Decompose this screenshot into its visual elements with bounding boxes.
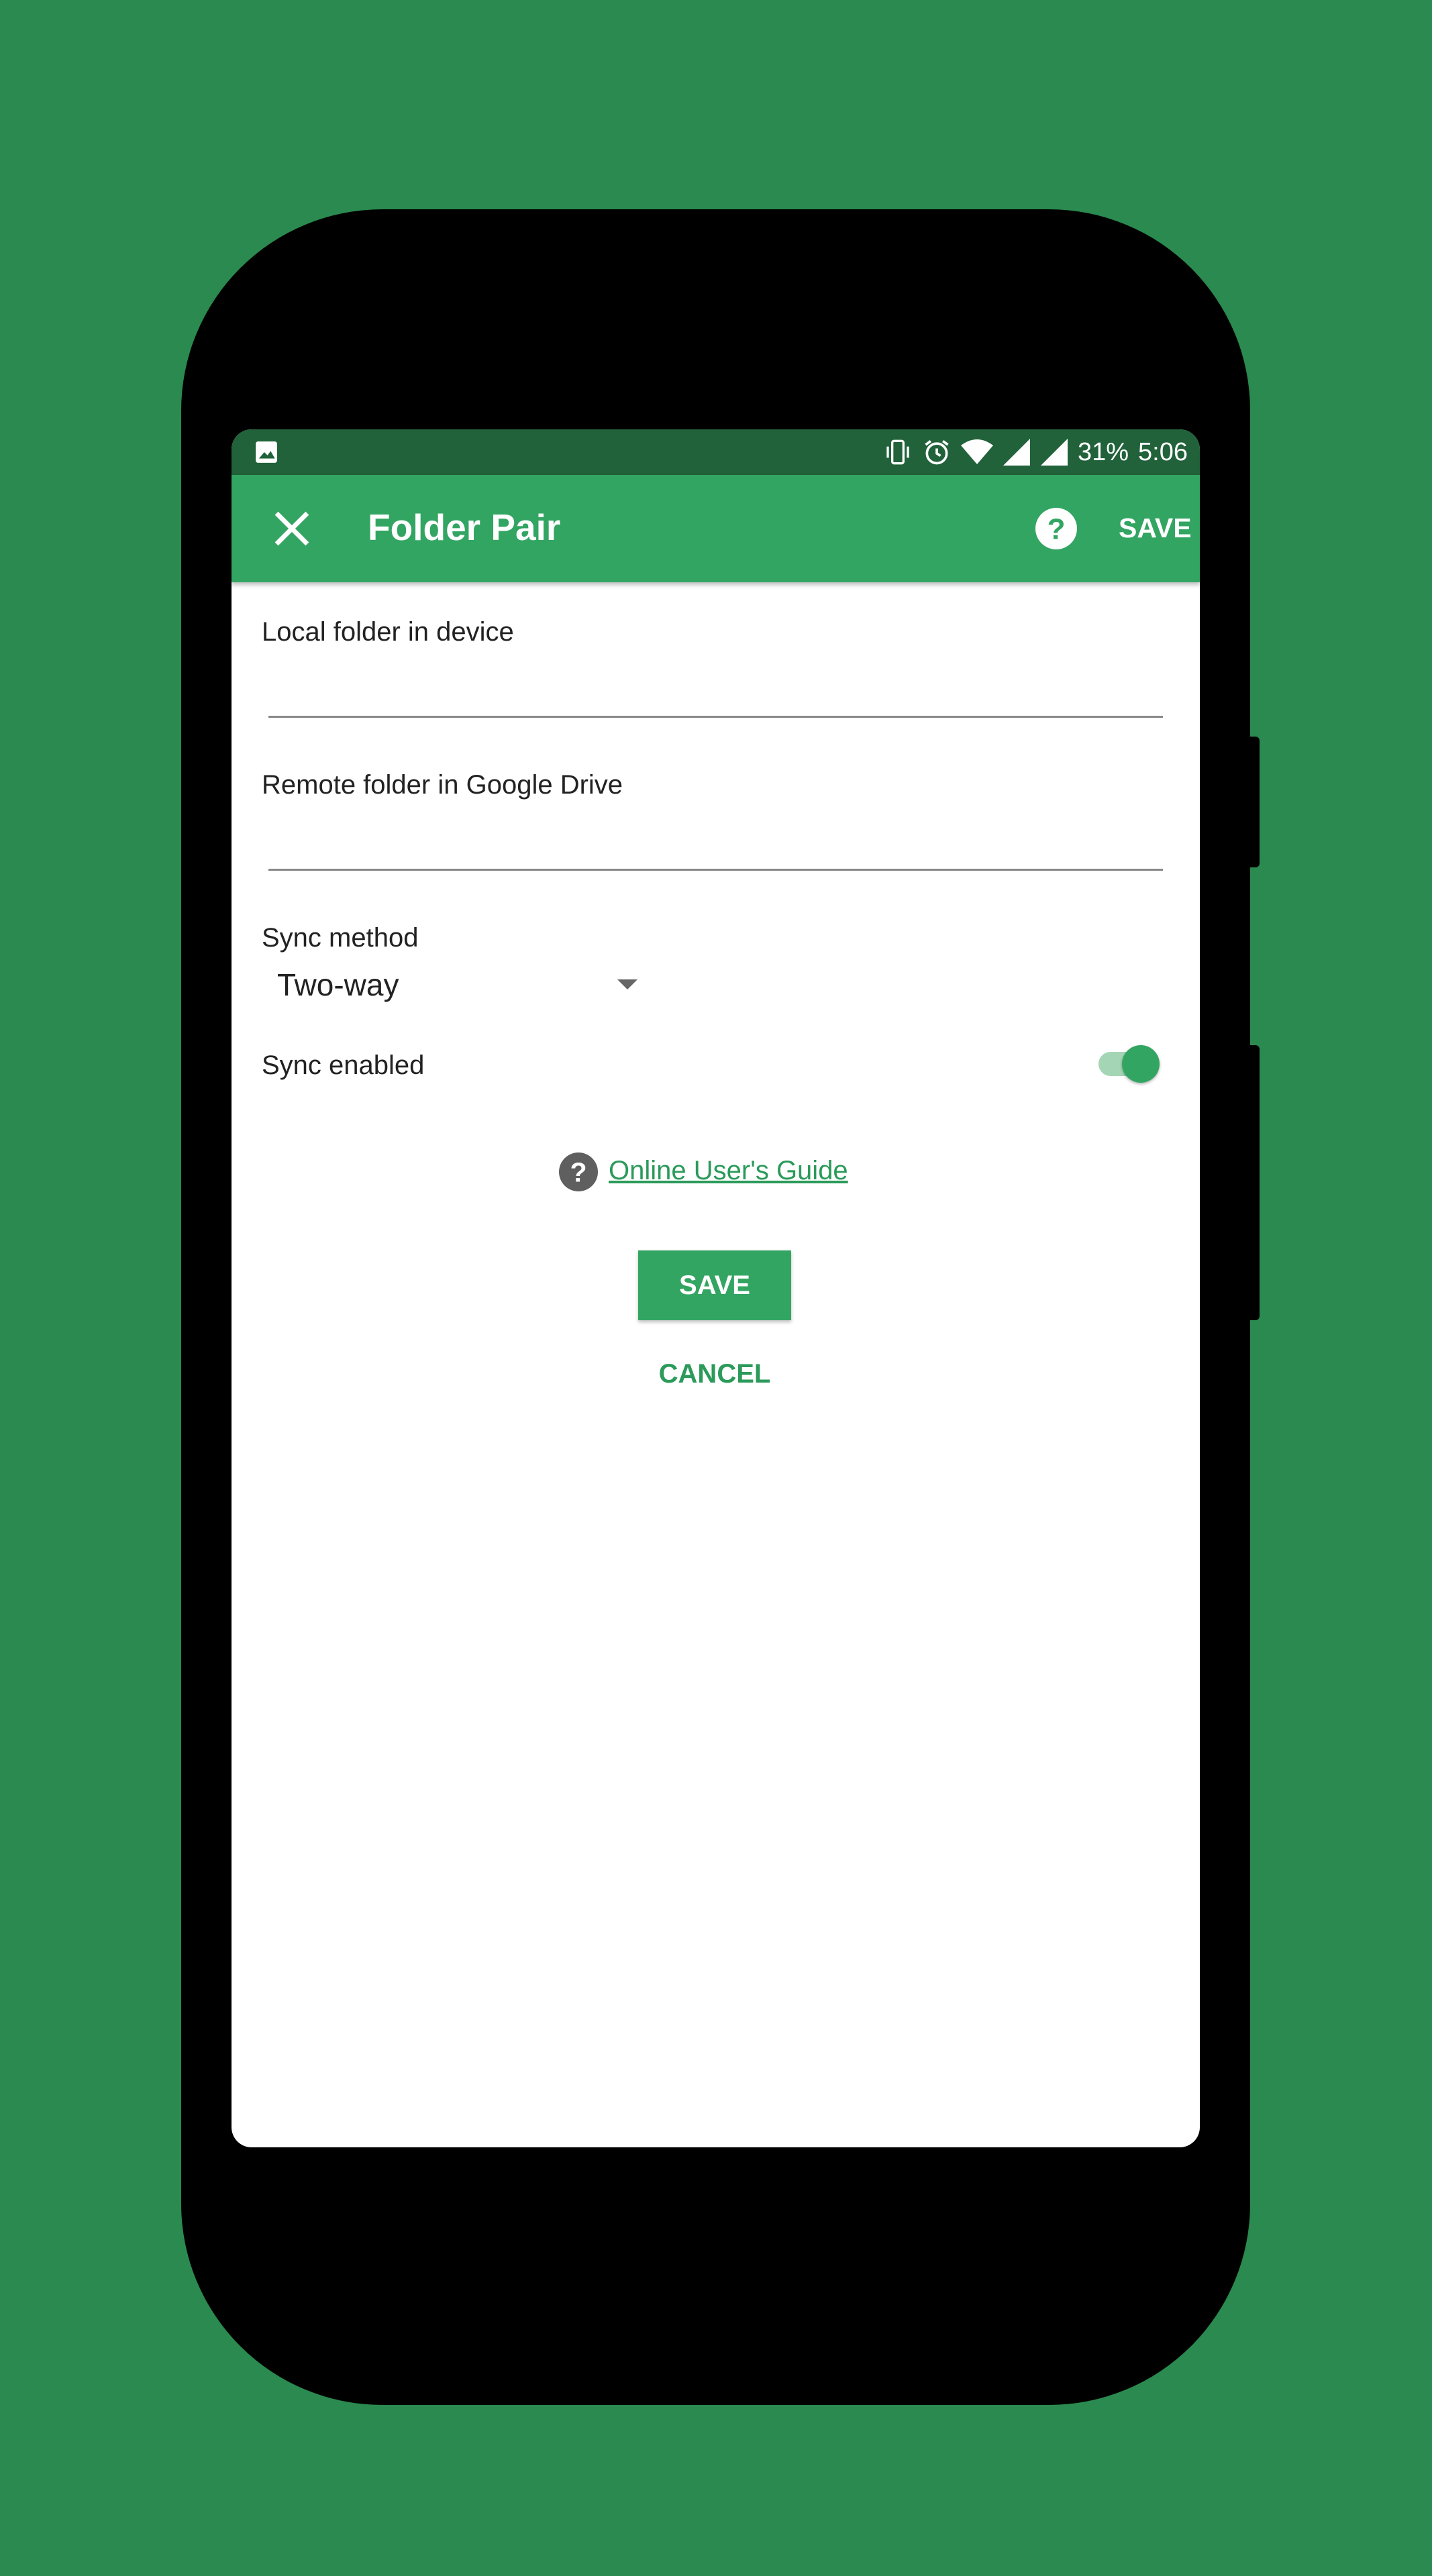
online-guide-link[interactable]: Online User's Guide	[609, 1156, 848, 1186]
status-icons: 31% 5:06	[883, 429, 1188, 475]
sync-enabled-toggle-thumb[interactable]	[1122, 1045, 1160, 1083]
wifi-icon	[960, 439, 993, 464]
help-icon[interactable]: ?	[1035, 508, 1077, 549]
app-bar: Folder Pair ? SAVE	[232, 475, 1200, 582]
power-button	[1250, 737, 1260, 867]
alarm-icon	[925, 440, 949, 465]
signal-icon-2	[1040, 439, 1068, 466]
vibrate-icon	[886, 439, 909, 465]
remote-folder-underline	[268, 869, 1163, 871]
sync-method-label: Sync method	[262, 923, 419, 953]
status-bar: 31% 5:06	[232, 429, 1200, 475]
local-folder-field[interactable]	[268, 657, 1163, 711]
phone-screen: 31% 5:06 Folder Pair ? SAVE Local folder…	[232, 429, 1200, 2147]
sync-method-value: Two-way	[277, 967, 399, 1002]
local-folder-label: Local folder in device	[262, 617, 514, 647]
local-folder-underline	[268, 716, 1163, 718]
page-title: Folder Pair	[368, 506, 561, 548]
save-button[interactable]: SAVE	[638, 1250, 791, 1320]
battery-level: 31%	[1077, 437, 1129, 466]
volume-button	[1250, 1045, 1260, 1320]
signal-icon	[1003, 439, 1030, 466]
sync-enabled-label: Sync enabled	[262, 1051, 425, 1080]
svg-text:?: ?	[570, 1157, 586, 1188]
remote-folder-label: Remote folder in Google Drive	[262, 770, 623, 800]
help-circle-icon: ?	[559, 1152, 598, 1191]
image-icon	[256, 441, 277, 463]
dropdown-arrow-icon	[617, 979, 637, 989]
cancel-button[interactable]: CANCEL	[638, 1347, 791, 1401]
svg-text:?: ?	[1047, 513, 1066, 546]
remote-folder-field[interactable]	[268, 810, 1163, 864]
close-icon[interactable]	[268, 505, 315, 552]
appbar-save-button[interactable]: SAVE	[1119, 513, 1192, 544]
clock: 5:06	[1138, 437, 1188, 466]
